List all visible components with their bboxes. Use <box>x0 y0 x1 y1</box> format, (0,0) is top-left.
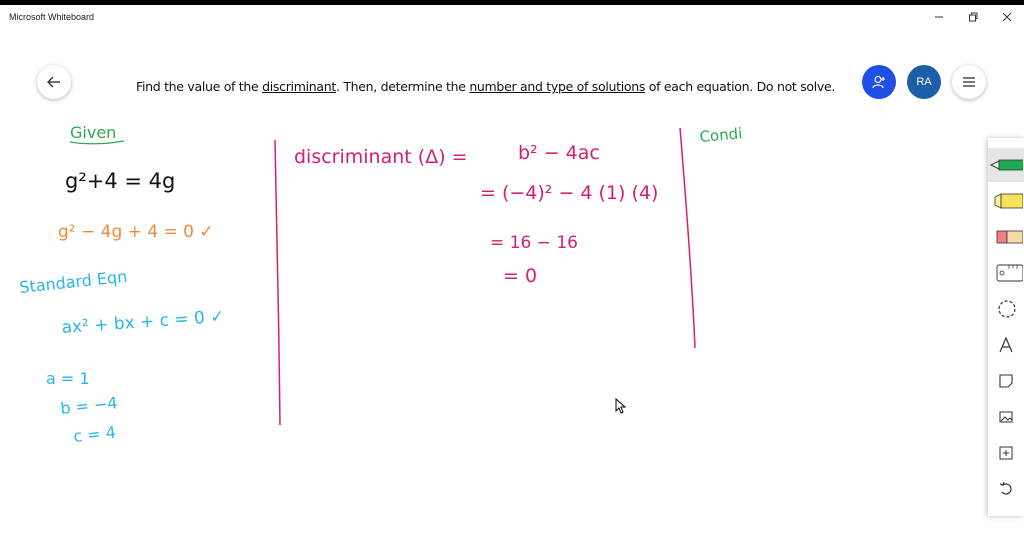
lasso-tool[interactable] <box>988 292 1024 326</box>
sticky-note-icon <box>999 374 1013 388</box>
condition-label: Condi <box>699 124 743 146</box>
eraser-icon <box>996 230 1023 244</box>
sticky-note-tool[interactable] <box>988 364 1024 398</box>
discriminant-result: = 0 <box>503 265 537 287</box>
left-divider-line <box>274 139 281 426</box>
coefficient-a: a = 1 <box>46 369 90 388</box>
whiteboard-canvas[interactable]: Given g²+4 = 4g g² − 4g + 4 = 0 ✓ Standa… <box>0 0 1024 550</box>
equation-rearranged: g² − 4g + 4 = 0 ✓ <box>58 222 214 242</box>
text-tool[interactable] <box>988 328 1024 362</box>
eraser-tool[interactable] <box>988 220 1024 254</box>
green-pen-tool[interactable] <box>988 148 1024 182</box>
discriminant-substitution: = (−4)² − 4 (1) (4) <box>480 182 658 204</box>
ruler-tool[interactable] <box>988 256 1024 290</box>
coefficient-c: c = 4 <box>72 423 116 446</box>
undo-icon <box>999 482 1012 495</box>
discriminant-formula: b² − 4ac <box>518 142 600 164</box>
image-tool[interactable] <box>988 400 1024 434</box>
lasso-icon <box>998 300 1016 318</box>
text-icon <box>999 337 1013 353</box>
undo-tool[interactable] <box>988 472 1024 506</box>
green-pen-icon <box>989 159 1023 171</box>
image-icon <box>999 411 1013 423</box>
standard-eqn-label: Standard Eqn <box>18 267 128 297</box>
coefficient-b: b = −4 <box>59 393 118 418</box>
equation-given: g²+4 = 4g <box>65 169 175 193</box>
standard-equation: ax² + bx + c = 0 ✓ <box>61 307 225 338</box>
add-icon <box>999 446 1013 460</box>
highlighter-tool[interactable] <box>988 184 1024 218</box>
highlighter-icon <box>994 193 1023 209</box>
discriminant-simplified: = 16 − 16 <box>490 233 578 253</box>
discriminant-label: discriminant (Δ) = <box>294 146 468 168</box>
ruler-icon <box>996 264 1023 282</box>
right-divider-line <box>679 127 696 349</box>
add-tool[interactable] <box>988 436 1024 470</box>
mouse-cursor-icon <box>615 398 627 414</box>
given-label: Given <box>70 123 116 142</box>
inking-toolbar <box>988 138 1024 516</box>
